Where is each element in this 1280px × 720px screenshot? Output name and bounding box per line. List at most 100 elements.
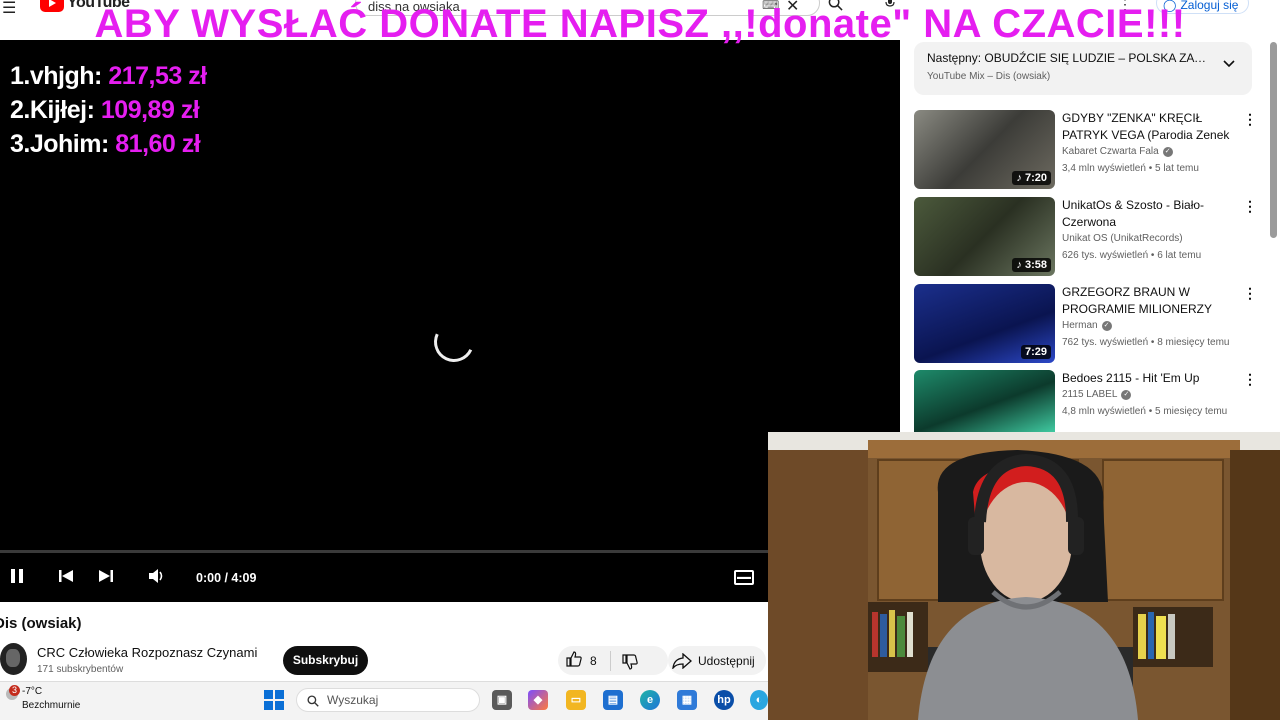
- channel-avatar[interactable]: [0, 643, 27, 675]
- recommendation-channel[interactable]: 2115 LABEL ✓: [1062, 389, 1132, 400]
- subtitles-icon: ▬▬: [737, 574, 751, 581]
- channel-name[interactable]: CRC Człowieka Rozpoznasz Czynami: [37, 645, 257, 660]
- playlist-next-title: OBUDŹCIE SIĘ LUDZIE – POLSKA ZAWS...: [984, 51, 1207, 65]
- task-view-icon[interactable]: ▣: [492, 690, 512, 710]
- recommendation-thumbnail[interactable]: ♪ 3:58: [914, 197, 1055, 276]
- leaderboard-amount: 81,60 zł: [115, 130, 201, 158]
- copilot-icon[interactable]: ◆: [528, 690, 548, 710]
- chevron-down-icon[interactable]: [1223, 56, 1235, 71]
- subscriber-count: 171 subskrybentów: [37, 664, 124, 675]
- windows-logo-tile: [264, 690, 273, 699]
- recommendation-thumbnail[interactable]: ♪ 7:20: [914, 110, 1055, 189]
- leaderboard-name: Kijłej:: [29, 96, 95, 124]
- views-text: 762 tys. wyświetleń: [1062, 337, 1149, 348]
- duration-text: 7:20: [1024, 172, 1047, 184]
- age-text: 6 lat temu: [1157, 250, 1202, 261]
- search-icon: [307, 695, 319, 707]
- music-note-icon: ♪: [1016, 172, 1025, 184]
- recommendation-meta: 762 tys. wyświetleń • 8 miesięcy temu: [1062, 337, 1230, 348]
- next-icon: [99, 570, 113, 582]
- next-button[interactable]: [98, 568, 114, 589]
- recommendation-title[interactable]: GDYBY "ZENKA" KRĘCIŁ PATRYK VEGA (Parodi…: [1062, 110, 1234, 144]
- leaderboard-rank: 3.: [10, 130, 30, 158]
- channel-text: Kabaret Czwarta Fala: [1062, 146, 1159, 157]
- recommendation-channel[interactable]: Kabaret Czwarta Fala ✓: [1062, 146, 1173, 157]
- duration-text: 7:29: [1024, 346, 1047, 358]
- edge-browser-icon[interactable]: e: [640, 690, 660, 710]
- weather-alert-badge: 3: [9, 685, 20, 696]
- recommendation-meta: 4,8 mln wyświetleń • 5 miesięcy temu: [1062, 406, 1228, 417]
- donate-leaderboard: 1.vhjgh: 217,53 zł 2.Kijłej: 109,89 zł 3…: [10, 62, 207, 164]
- windows-logo-tile: [275, 690, 284, 699]
- donate-banner: ABY WYSŁAĆ DONATE NAPISZ ,,!donate" NA C…: [94, 2, 1186, 46]
- recommendation-title[interactable]: UnikatOs & Szosto - Biało-Czerwona: [1062, 197, 1234, 231]
- share-label: Udostępnij: [698, 653, 755, 668]
- verified-icon: ✓: [1101, 320, 1112, 331]
- previous-icon: [59, 570, 73, 582]
- leaderboard-row-2: 2.Kijłej: 109,89 zł: [10, 96, 207, 130]
- channel-text: Herman: [1062, 320, 1098, 331]
- like-divider: [610, 651, 611, 671]
- recommendation-thumbnail[interactable]: 7:29: [914, 284, 1055, 363]
- progress-bar[interactable]: [0, 550, 768, 553]
- webcam-feed: [768, 432, 1280, 720]
- share-button[interactable]: Udostępnij: [668, 646, 766, 675]
- recommendation-title[interactable]: GRZEGORZ BRAUN W PROGRAMIE MILIONERZY: [1062, 284, 1234, 318]
- leaderboard-amount: 217,53 zł: [108, 62, 207, 90]
- volume-button[interactable]: [148, 568, 166, 589]
- video-title: Dis (owsiak): [0, 615, 82, 632]
- webcam-scene-image: [768, 432, 1280, 720]
- pause-icon: [11, 569, 23, 583]
- thumbs-down-icon: [622, 654, 638, 670]
- views-text: 626 tys. wyświetleń: [1062, 250, 1149, 261]
- recommendation-channel[interactable]: Herman ✓: [1062, 320, 1112, 331]
- video-player-lower[interactable]: [0, 432, 768, 602]
- more-options-icon[interactable]: ⋮: [1243, 198, 1257, 215]
- scrollbar-thumb[interactable]: [1270, 42, 1277, 238]
- leaderboard-amount: 109,89 zł: [100, 96, 200, 124]
- subtitles-button[interactable]: ▬▬: [734, 570, 754, 585]
- more-options-icon[interactable]: ⋮: [1243, 285, 1257, 302]
- subscribe-button[interactable]: Subskrybuj: [283, 646, 368, 675]
- mix-playlist-panel[interactable]: [914, 42, 1252, 95]
- leaderboard-name: Johim:: [29, 130, 109, 158]
- duration-badge: ♪ 7:20: [1012, 171, 1051, 185]
- more-options-icon[interactable]: ⋮: [1243, 371, 1257, 388]
- channel-text: 2115 LABEL: [1062, 389, 1118, 400]
- file-explorer-icon[interactable]: ▭: [566, 690, 586, 710]
- age-text: 8 miesięcy temu: [1157, 337, 1230, 348]
- windows-logo-tile: [264, 701, 273, 710]
- playlist-next-up: Następny: OBUDŹCIE SIĘ LUDZIE – POLSKA Z…: [927, 51, 1207, 65]
- duration-badge: ♪ 3:58: [1012, 258, 1051, 272]
- previous-button[interactable]: [58, 568, 74, 589]
- recommendation-thumbnail[interactable]: [914, 370, 1055, 432]
- taskbar-search-placeholder: Wyszukaj: [327, 693, 379, 707]
- browser-app-icon[interactable]: ◐: [750, 690, 768, 710]
- thumbs-up-icon: [566, 651, 582, 667]
- pause-button[interactable]: [10, 568, 24, 589]
- views-text: 3,4 mln wyświetleń: [1062, 163, 1146, 174]
- playlist-subtitle: YouTube Mix – Dis (owsiak): [927, 71, 1051, 82]
- playlist-next-prefix: Następny:: [927, 51, 982, 65]
- verified-icon: ✓: [1121, 389, 1132, 400]
- recommendation-title[interactable]: Bedoes 2115 - Hit 'Em Up: [1062, 370, 1234, 387]
- recommendation-channel[interactable]: Unikat OS (UnikatRecords): [1062, 233, 1183, 244]
- movies-tv-icon[interactable]: ▤: [603, 690, 623, 710]
- duration-badge: 7:29: [1020, 345, 1051, 359]
- like-count: 8: [590, 654, 597, 668]
- weather-condition[interactable]: Bezchmurnie: [22, 700, 80, 711]
- leaderboard-row-1: 1.vhjgh: 217,53 zł: [10, 62, 207, 96]
- hp-icon[interactable]: hp: [714, 690, 734, 710]
- leaderboard-rank: 1.: [10, 62, 30, 90]
- share-icon: [672, 652, 692, 669]
- weather-temperature[interactable]: -7°C: [22, 686, 42, 697]
- microsoft-store-icon[interactable]: ▦: [677, 690, 697, 710]
- channel-text: Unikat OS (UnikatRecords): [1062, 233, 1183, 244]
- volume-icon: [149, 569, 163, 583]
- like-button[interactable]: [566, 651, 582, 670]
- recommendation-meta: 626 tys. wyświetleń • 6 lat temu: [1062, 250, 1202, 261]
- more-options-icon[interactable]: ⋮: [1243, 111, 1257, 128]
- taskbar-search-box[interactable]: Wyszukaj: [296, 688, 480, 712]
- windows-start-button[interactable]: [264, 690, 284, 710]
- dislike-button[interactable]: [622, 651, 638, 670]
